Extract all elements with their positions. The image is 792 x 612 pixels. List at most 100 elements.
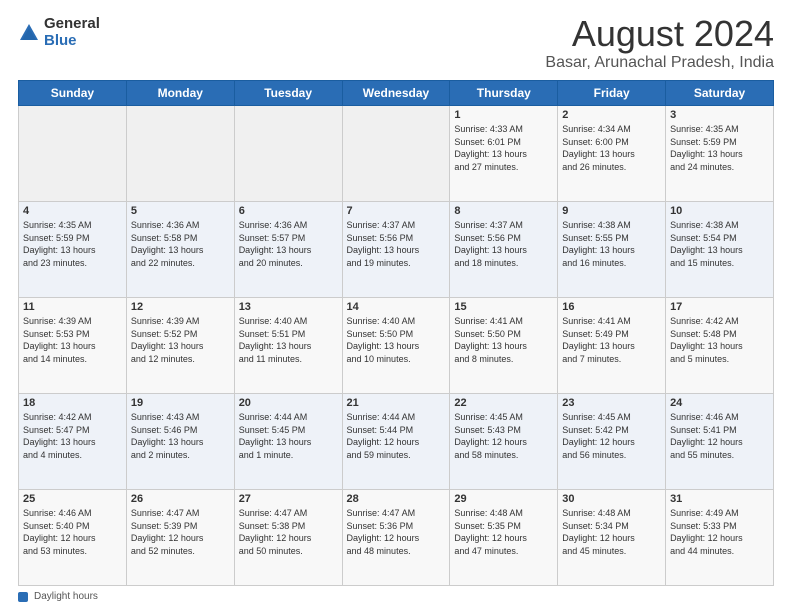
day-number: 23 xyxy=(562,397,661,409)
calendar-cell: 8Sunrise: 4:37 AM Sunset: 5:56 PM Daylig… xyxy=(450,202,558,298)
calendar-cell: 10 Sunrise: 4:38 AM Sunset: 5:54 PM Dayli… xyxy=(666,202,774,298)
calendar-week-4: 18Sunrise: 4:42 AM Sunset: 5:47 PM Dayli… xyxy=(19,394,774,490)
calendar-week-3: 11 Sunrise: 4:39 AM Sunset: 5:53 PM Dayli… xyxy=(19,298,774,394)
footer-label: Daylight hours xyxy=(34,591,98,602)
day-number: 3 xyxy=(670,109,769,121)
day-number: 11 xyxy=(23,301,122,313)
page: General Blue August 2024 Basar, Arunacha… xyxy=(0,0,792,612)
header: General Blue August 2024 Basar, Arunacha… xyxy=(18,16,774,72)
day-number: 21 xyxy=(347,397,446,409)
logo-blue: Blue xyxy=(44,33,100,50)
calendar-week-1: 1Sunrise: 4:33 AM Sunset: 6:01 PM Daylig… xyxy=(19,106,774,202)
calendar-cell: 13Sunrise: 4:40 AM Sunset: 5:51 PM Dayli… xyxy=(234,298,342,394)
day-number: 25 xyxy=(23,493,122,505)
day-header-saturday: Saturday xyxy=(666,81,774,106)
calendar-cell: 25 Sunrise: 4:46 AM Sunset: 5:40 PM Dayli… xyxy=(19,490,127,586)
day-number: 27 xyxy=(239,493,338,505)
day-number: 5 xyxy=(131,205,230,217)
day-info: Sunrise: 4:36 AM Sunset: 5:57 PM Dayligh… xyxy=(239,219,338,269)
day-number: 22 xyxy=(454,397,553,409)
day-header-thursday: Thursday xyxy=(450,81,558,106)
calendar-cell: 14Sunrise: 4:40 AM Sunset: 5:50 PM Dayli… xyxy=(342,298,450,394)
day-header-wednesday: Wednesday xyxy=(342,81,450,106)
day-number: 12 xyxy=(131,301,230,313)
day-info: Sunrise: 4:48 AM Sunset: 5:34 PM Dayligh… xyxy=(562,507,661,557)
calendar-cell xyxy=(342,106,450,202)
day-info: Sunrise: 4:47 AM Sunset: 5:36 PM Dayligh… xyxy=(347,507,446,557)
day-header-sunday: Sunday xyxy=(19,81,127,106)
day-info: Sunrise: 4:45 AM Sunset: 5:42 PM Dayligh… xyxy=(562,411,661,461)
day-info: Sunrise: 4:38 AM Sunset: 5:54 PM Dayligh… xyxy=(670,219,769,269)
calendar-cell xyxy=(126,106,234,202)
calendar-cell: 23 Sunrise: 4:45 AM Sunset: 5:42 PM Dayli… xyxy=(558,394,666,490)
calendar-cell: 18Sunrise: 4:42 AM Sunset: 5:47 PM Dayli… xyxy=(19,394,127,490)
day-info: Sunrise: 4:41 AM Sunset: 5:50 PM Dayligh… xyxy=(454,315,553,365)
day-header-tuesday: Tuesday xyxy=(234,81,342,106)
day-number: 24 xyxy=(670,397,769,409)
calendar-cell: 17 Sunrise: 4:42 AM Sunset: 5:48 PM Dayli… xyxy=(666,298,774,394)
day-info: Sunrise: 4:40 AM Sunset: 5:51 PM Dayligh… xyxy=(239,315,338,365)
day-info: Sunrise: 4:46 AM Sunset: 5:40 PM Dayligh… xyxy=(23,507,122,557)
calendar-cell: 2 Sunrise: 4:34 AM Sunset: 6:00 PM Daylig… xyxy=(558,106,666,202)
day-info: Sunrise: 4:47 AM Sunset: 5:38 PM Dayligh… xyxy=(239,507,338,557)
calendar-cell: 16Sunrise: 4:41 AM Sunset: 5:49 PM Dayli… xyxy=(558,298,666,394)
logo: General Blue xyxy=(18,16,100,49)
day-info: Sunrise: 4:36 AM Sunset: 5:58 PM Dayligh… xyxy=(131,219,230,269)
calendar-cell: 9 Sunrise: 4:38 AM Sunset: 5:55 PM Daylig… xyxy=(558,202,666,298)
day-number: 19 xyxy=(131,397,230,409)
day-number: 8 xyxy=(454,205,553,217)
calendar-cell: 29 Sunrise: 4:48 AM Sunset: 5:35 PM Dayli… xyxy=(450,490,558,586)
day-number: 15 xyxy=(454,301,553,313)
day-number: 9 xyxy=(562,205,661,217)
logo-general: General xyxy=(44,16,100,33)
title-block: August 2024 Basar, Arunachal Pradesh, In… xyxy=(545,16,774,72)
calendar-cell: 6Sunrise: 4:36 AM Sunset: 5:57 PM Daylig… xyxy=(234,202,342,298)
calendar-cell: 15 Sunrise: 4:41 AM Sunset: 5:50 PM Dayli… xyxy=(450,298,558,394)
day-number: 30 xyxy=(562,493,661,505)
calendar-body: 1Sunrise: 4:33 AM Sunset: 6:01 PM Daylig… xyxy=(19,106,774,586)
day-info: Sunrise: 4:35 AM Sunset: 5:59 PM Dayligh… xyxy=(670,123,769,173)
day-info: Sunrise: 4:44 AM Sunset: 5:45 PM Dayligh… xyxy=(239,411,338,461)
calendar-title: August 2024 xyxy=(545,16,774,52)
day-number: 29 xyxy=(454,493,553,505)
day-number: 2 xyxy=(562,109,661,121)
day-number: 28 xyxy=(347,493,446,505)
calendar-cell: 24 Sunrise: 4:46 AM Sunset: 5:41 PM Dayli… xyxy=(666,394,774,490)
calendar-cell: 30 Sunrise: 4:48 AM Sunset: 5:34 PM Dayli… xyxy=(558,490,666,586)
day-info: Sunrise: 4:34 AM Sunset: 6:00 PM Dayligh… xyxy=(562,123,661,173)
calendar-cell: 3 Sunrise: 4:35 AM Sunset: 5:59 PM Daylig… xyxy=(666,106,774,202)
calendar-cell: 12 Sunrise: 4:39 AM Sunset: 5:52 PM Dayli… xyxy=(126,298,234,394)
day-number: 20 xyxy=(239,397,338,409)
calendar-cell: 19Sunrise: 4:43 AM Sunset: 5:46 PM Dayli… xyxy=(126,394,234,490)
day-number: 4 xyxy=(23,205,122,217)
day-number: 17 xyxy=(670,301,769,313)
day-info: Sunrise: 4:35 AM Sunset: 5:59 PM Dayligh… xyxy=(23,219,122,269)
day-number: 18 xyxy=(23,397,122,409)
day-header-row: SundayMondayTuesdayWednesdayThursdayFrid… xyxy=(19,81,774,106)
day-info: Sunrise: 4:48 AM Sunset: 5:35 PM Dayligh… xyxy=(454,507,553,557)
day-info: Sunrise: 4:39 AM Sunset: 5:53 PM Dayligh… xyxy=(23,315,122,365)
calendar-header: SundayMondayTuesdayWednesdayThursdayFrid… xyxy=(19,81,774,106)
day-number: 14 xyxy=(347,301,446,313)
day-info: Sunrise: 4:39 AM Sunset: 5:52 PM Dayligh… xyxy=(131,315,230,365)
day-number: 10 xyxy=(670,205,769,217)
calendar-table: SundayMondayTuesdayWednesdayThursdayFrid… xyxy=(18,80,774,586)
calendar-footer: Daylight hours xyxy=(18,591,774,602)
calendar-cell: 5 Sunrise: 4:36 AM Sunset: 5:58 PM Daylig… xyxy=(126,202,234,298)
footer-dot xyxy=(18,592,28,602)
calendar-cell: 7Sunrise: 4:37 AM Sunset: 5:56 PM Daylig… xyxy=(342,202,450,298)
calendar-week-5: 25 Sunrise: 4:46 AM Sunset: 5:40 PM Dayli… xyxy=(19,490,774,586)
day-info: Sunrise: 4:38 AM Sunset: 5:55 PM Dayligh… xyxy=(562,219,661,269)
calendar-cell: 26Sunrise: 4:47 AM Sunset: 5:39 PM Dayli… xyxy=(126,490,234,586)
calendar-cell: 11 Sunrise: 4:39 AM Sunset: 5:53 PM Dayli… xyxy=(19,298,127,394)
day-info: Sunrise: 4:45 AM Sunset: 5:43 PM Dayligh… xyxy=(454,411,553,461)
day-info: Sunrise: 4:49 AM Sunset: 5:33 PM Dayligh… xyxy=(670,507,769,557)
calendar-cell xyxy=(234,106,342,202)
day-number: 1 xyxy=(454,109,553,121)
day-number: 26 xyxy=(131,493,230,505)
calendar-cell: 21 Sunrise: 4:44 AM Sunset: 5:44 PM Dayli… xyxy=(342,394,450,490)
day-info: Sunrise: 4:44 AM Sunset: 5:44 PM Dayligh… xyxy=(347,411,446,461)
day-info: Sunrise: 4:46 AM Sunset: 5:41 PM Dayligh… xyxy=(670,411,769,461)
logo-icon xyxy=(18,22,40,44)
day-info: Sunrise: 4:42 AM Sunset: 5:48 PM Dayligh… xyxy=(670,315,769,365)
